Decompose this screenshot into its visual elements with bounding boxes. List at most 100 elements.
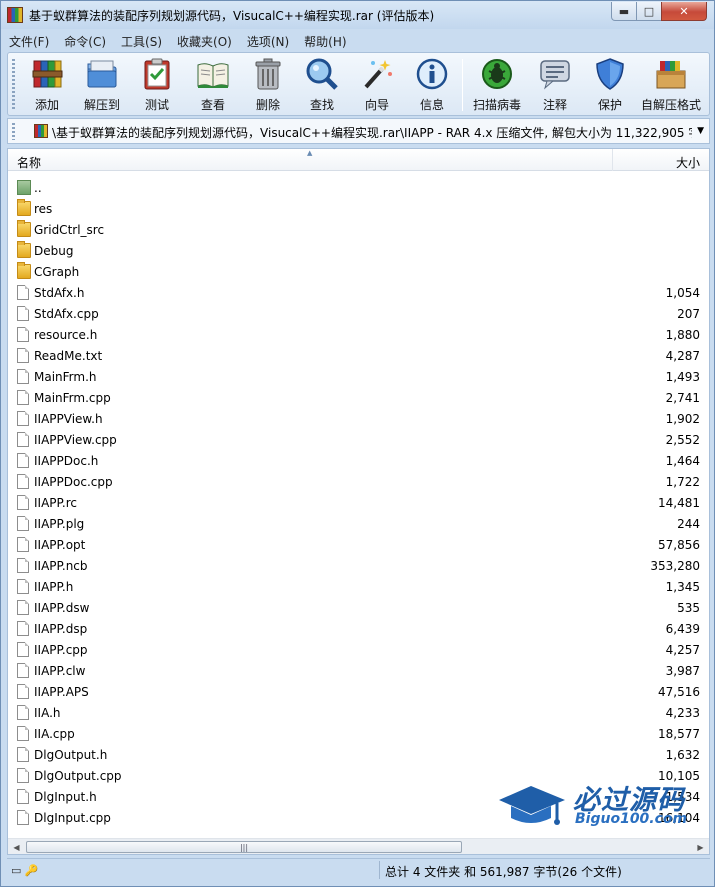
file-icon [17,537,29,552]
file-size: 47,516 [658,685,700,699]
file-icon [17,621,29,636]
test-button[interactable]: 测试 [129,56,185,114]
folder-icon [17,199,31,216]
file-row[interactable]: DlgInput.h 1,534 [8,786,709,807]
title-bar[interactable]: 基于蚁群算法的装配序列规划源代码，VisucalC++编程实现.rar (评估版… [1,1,714,29]
file-size: 207 [677,307,700,321]
file-size: 4,287 [665,349,700,363]
menu-commands[interactable]: 命令(C) [64,33,106,50]
file-row[interactable]: IIAPP.plg 244 [8,513,709,534]
file-size: 14,481 [658,496,700,510]
info-button[interactable]: 信息 [404,56,460,114]
file-row[interactable]: IIAPP.cpp 4,257 [8,639,709,660]
file-name: DlgOutput.h [34,748,108,762]
file-row[interactable]: IIA.cpp 18,577 [8,723,709,744]
menu-tools[interactable]: 工具(S) [121,33,162,50]
menu-favorites[interactable]: 收藏夹(O) [177,33,232,50]
sort-arrow-icon: ▲ [307,149,313,157]
file-row[interactable]: IIAPPDoc.cpp 1,722 [8,471,709,492]
extract-to-button[interactable]: 解压到 [74,56,130,114]
file-row[interactable]: IIAPP.ncb 353,280 [8,555,709,576]
file-row[interactable]: IIAPP.rc 14,481 [8,492,709,513]
file-row[interactable]: Debug [8,240,709,261]
file-name: IIAPP.APS [34,685,89,699]
wizard-wand-icon [364,60,392,89]
file-row[interactable]: IIA.h 4,233 [8,702,709,723]
status-bar: ▭ 🔑 总计 4 文件夹 和 561,987 字节(26 个文件) [7,858,710,880]
scan-virus-button[interactable]: 扫描病毒 [469,56,525,114]
file-row[interactable]: IIAPPView.cpp 2,552 [8,429,709,450]
folder-icon [17,241,31,258]
file-row[interactable]: DlgOutput.cpp 10,105 [8,765,709,786]
file-size: 1,464 [665,454,700,468]
minimize-button[interactable]: ▬ [611,2,637,21]
menu-file[interactable]: 文件(F) [9,33,49,50]
file-name: DlgOutput.cpp [34,769,122,783]
file-row[interactable]: IIAPP.APS 47,516 [8,681,709,702]
close-button[interactable]: ✕ [661,2,707,21]
toolbar-grip[interactable] [12,59,15,111]
file-size: 535 [677,601,700,615]
file-row[interactable]: res [8,198,709,219]
file-row[interactable]: StdAfx.h 1,054 [8,282,709,303]
file-size: 1,534 [665,790,700,804]
file-row[interactable]: resource.h 1,880 [8,324,709,345]
file-size: 6,439 [665,622,700,636]
delete-label: 删除 [255,98,280,112]
file-row[interactable]: IIAPP.clw 3,987 [8,660,709,681]
delete-button[interactable]: 删除 [240,56,296,114]
file-row[interactable]: ReadMe.txt 4,287 [8,345,709,366]
file-name: IIAPP.opt [34,538,86,552]
file-icon [17,789,29,804]
file-row[interactable]: DlgInput.cpp 16,104 [8,807,709,828]
add-button[interactable]: 添加 [19,56,75,114]
status-icons[interactable]: ▭ 🔑 [11,864,39,877]
menu-options[interactable]: 选项(N) [247,33,289,50]
protect-button[interactable]: 保护 [582,56,638,114]
comment-icon [540,60,570,90]
scan-virus-label: 扫描病毒 [472,98,521,112]
scroll-right-icon[interactable]: ▶ [693,840,708,854]
view-button[interactable]: 查看 [185,56,241,114]
file-row[interactable]: GridCtrl_src [8,219,709,240]
menu-help[interactable]: 帮助(H) [304,33,346,50]
file-row[interactable]: MainFrm.cpp 2,741 [8,387,709,408]
file-row[interactable]: IIAPP.dsw 535 [8,597,709,618]
comment-button[interactable]: 注释 [527,56,583,114]
address-path[interactable]: \基于蚁群算法的装配序列规划源代码，VisucalC++编程实现.rar\IIA… [52,124,692,141]
comment-label: 注释 [542,98,567,112]
column-header-name[interactable]: 名称 [17,154,41,171]
find-button[interactable]: 查找 [294,56,350,114]
maximize-button[interactable]: □ [636,2,662,21]
test-clipboard-icon [144,58,170,90]
scrollbar-thumb[interactable]: ||| [26,841,462,853]
column-header-size[interactable]: 大小 [612,149,709,171]
file-size: 57,856 [658,538,700,552]
toolbar: 添加 解压到 测试 查看 删除 查找 向导 信息 扫描病毒 注释 保护 自解压格… [7,52,710,116]
file-icon [17,810,29,825]
file-row[interactable]: IIAPP.h 1,345 [8,576,709,597]
file-row[interactable]: IIAPPView.h 1,902 [8,408,709,429]
file-name: IIA.h [34,706,61,720]
wizard-label: 向导 [364,98,389,112]
file-row[interactable]: MainFrm.h 1,493 [8,366,709,387]
file-name: Debug [34,244,74,258]
address-grip[interactable] [12,123,15,140]
wizard-button[interactable]: 向导 [349,56,405,114]
sfx-button[interactable]: 自解压格式 [638,56,704,114]
file-row[interactable]: IIAPP.opt 57,856 [8,534,709,555]
scroll-left-icon[interactable]: ◀ [9,840,24,854]
file-row[interactable]: DlgOutput.h 1,632 [8,744,709,765]
file-row[interactable]: .. [8,177,709,198]
file-row[interactable]: IIAPP.dsp 6,439 [8,618,709,639]
file-name: MainFrm.h [34,370,97,384]
file-name: resource.h [34,328,98,342]
file-size: 2,552 [665,433,700,447]
file-icon [17,642,29,657]
file-row[interactable]: StdAfx.cpp 207 [8,303,709,324]
file-size: 1,722 [665,475,700,489]
file-row[interactable]: IIAPPDoc.h 1,464 [8,450,709,471]
file-row[interactable]: CGraph [8,261,709,282]
horizontal-scrollbar[interactable]: ◀ ||| ▶ [8,838,709,854]
address-dropdown-icon[interactable]: ▼ [697,126,704,136]
